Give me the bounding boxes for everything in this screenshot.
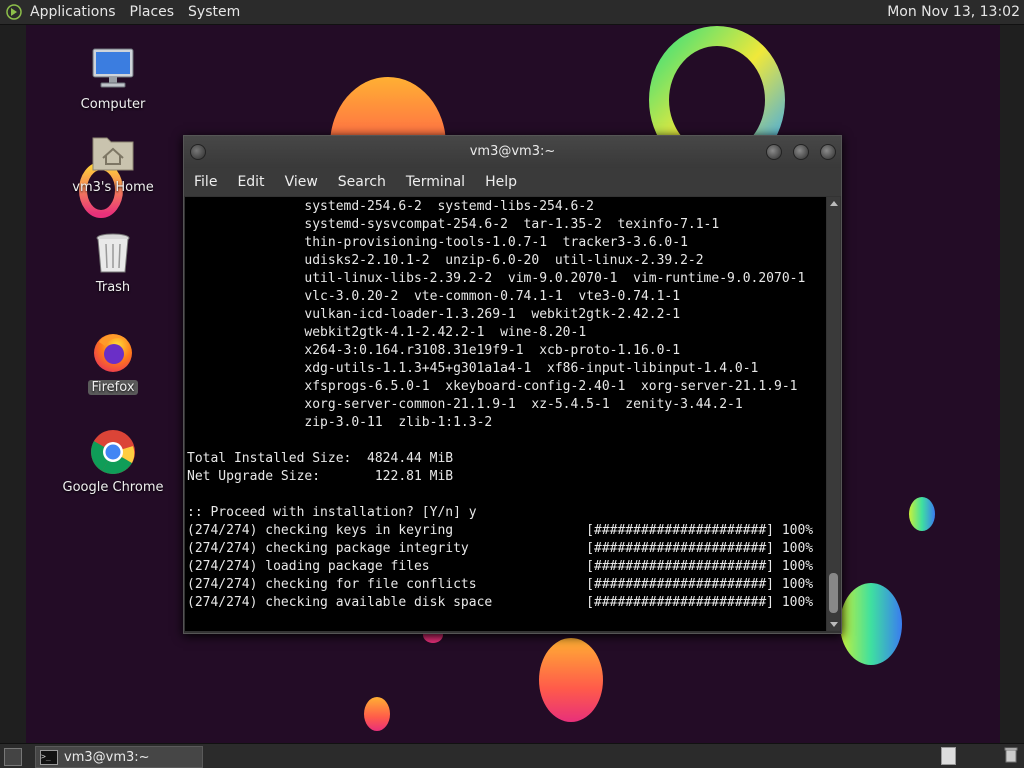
menu-view[interactable]: View [275,174,328,190]
menu-help[interactable]: Help [475,174,527,190]
bottom-panel: >_ vm3@vm3:~ [0,743,1024,768]
left-panel-edge [0,25,26,743]
clock[interactable]: Mon Nov 13, 13:02 [887,4,1020,20]
terminal-icon: >_ [40,749,58,765]
firefox-icon [89,328,137,376]
terminal-line: util-linux-libs-2.39.2-2 vim-9.0.2070-1 … [187,271,806,286]
chrome-icon [89,428,137,476]
terminal-line: Net Upgrade Size: 122.81 MiB [187,469,454,484]
taskbar-terminal-button[interactable]: >_ vm3@vm3:~ [35,746,203,768]
maximize-icon[interactable] [793,144,809,160]
screen: Applications Places System Mon Nov 13, 1… [0,0,1024,768]
trash-applet-icon[interactable] [1004,747,1018,763]
terminal-title: vm3@vm3:~ [469,144,556,159]
taskbar-terminal-label: vm3@vm3:~ [64,749,150,765]
home-folder-icon [89,128,137,176]
terminal-line: webkit2gtk-4.1-2.42.2-1 wine-8.20-1 [187,325,587,340]
terminal-line: (274/274) checking available disk space … [187,595,814,610]
trash-icon [89,228,137,276]
terminal-window[interactable]: vm3@vm3:~ File Edit View Search Terminal… [183,135,842,634]
desktop-icon-trash[interactable]: Trash [58,228,168,295]
desktop-icon-label: Computer [80,97,146,112]
desktop-icon-home[interactable]: vm3's Home [58,128,168,195]
terminal-line: thin-provisioning-tools-1.0.7-1 tracker3… [187,235,688,250]
show-desktop-icon[interactable] [4,748,22,766]
desktop-icon-label: Google Chrome [62,480,164,495]
scroll-up-arrow-icon[interactable] [830,201,838,206]
terminal-line: xdg-utils-1.1.3+45+g301a1a4-1 xf86-input… [187,361,759,376]
scroll-down-arrow-icon[interactable] [830,622,838,627]
menu-search[interactable]: Search [328,174,396,190]
top-panel: Applications Places System Mon Nov 13, 1… [0,0,1024,25]
menu-terminal[interactable]: Terminal [396,174,475,190]
terminal-line: vulkan-icd-loader-1.3.269-1 webkit2gtk-2… [187,307,681,322]
terminal-line: xorg-server-common-21.1.9-1 xz-5.4.5-1 z… [187,397,743,412]
desktop-icon-label: Firefox [88,380,138,395]
scrollbar-thumb[interactable] [829,573,838,613]
computer-icon [89,45,137,93]
desktop-icon-chrome[interactable]: Google Chrome [58,428,168,495]
terminal-line: udisks2-2.10.1-2 unzip-6.0-20 util-linux… [187,253,704,268]
menu-edit[interactable]: Edit [227,174,274,190]
system-menu[interactable]: System [188,4,240,20]
terminal-line: (274/274) loading package files [#######… [187,559,814,574]
desktop-icon-computer[interactable]: Computer [58,45,168,112]
terminal-line: systemd-sysvcompat-254.6-2 tar-1.35-2 te… [187,217,720,232]
desktop-icon-label: vm3's Home [72,180,154,195]
terminal-line: systemd-254.6-2 systemd-libs-254.6-2 [187,199,594,214]
terminal-lines: systemd-254.6-2 systemd-libs-254.6-2 sys… [187,198,813,612]
terminal-line: (274/274) checking keys in keyring [####… [187,523,814,538]
distro-logo-icon[interactable] [6,4,22,20]
terminal-line: (274/274) checking package integrity [##… [187,541,814,556]
places-menu[interactable]: Places [130,4,175,20]
workspace-switcher[interactable] [941,747,956,765]
terminal-line: :: Proceed with installation? [Y/n] y [187,505,477,520]
terminal-menubar: File Edit View Search Terminal Help [184,168,841,196]
terminal-line: Total Installed Size: 4824.44 MiB [187,451,454,466]
terminal-scrollbar[interactable] [827,197,840,631]
applications-menu[interactable]: Applications [30,4,116,20]
terminal-output[interactable]: systemd-254.6-2 systemd-libs-254.6-2 sys… [185,197,826,631]
terminal-line: xfsprogs-6.5.0-1 xkeyboard-config-2.40-1… [187,379,798,394]
desktop-icon-label: Trash [95,280,131,295]
terminal-line: x264-3:0.164.r3108.31e19f9-1 xcb-proto-1… [187,343,681,358]
close-icon[interactable] [820,144,836,160]
terminal-line: (274/274) checking for file conflicts [#… [187,577,814,592]
terminal-line: zip-3.0-11 zlib-1:1.3-2 [187,415,493,430]
menu-file[interactable]: File [184,174,227,190]
desktop-icon-firefox[interactable]: Firefox [58,328,168,395]
terminal-line: vlc-3.0.20-2 vte-common-0.74.1-1 vte3-0.… [187,289,681,304]
right-panel-edge [1000,25,1024,743]
minimize-icon[interactable] [766,144,782,160]
window-menu-icon[interactable] [190,144,206,160]
terminal-titlebar[interactable]: vm3@vm3:~ [184,136,841,168]
